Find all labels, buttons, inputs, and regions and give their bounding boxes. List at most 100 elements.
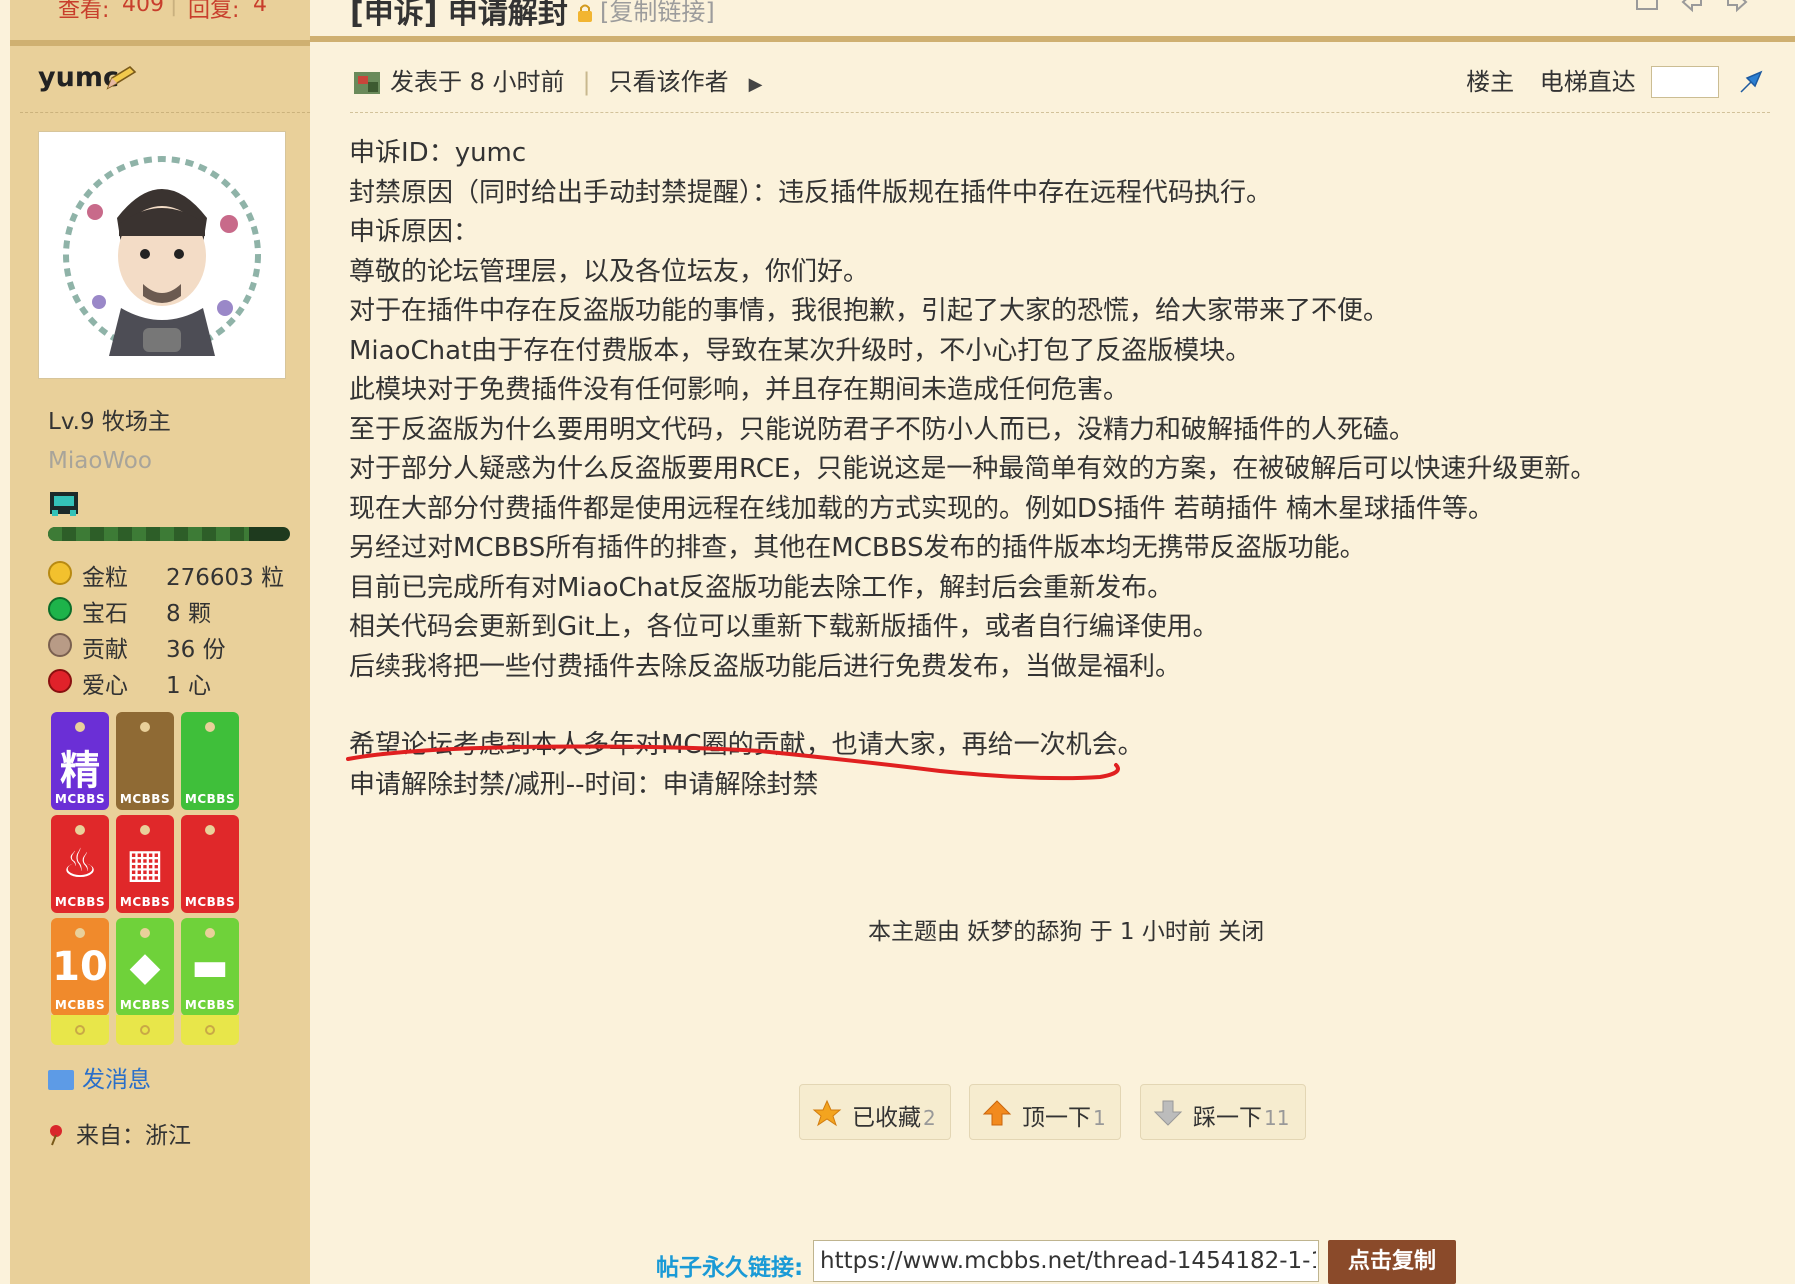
medal-label: MCBBS: [184, 895, 236, 909]
favorite-label: 已收藏: [852, 1105, 921, 1131]
caret-right-icon[interactable]: ▶: [749, 74, 763, 95]
stat-gem-label: 宝石: [82, 601, 128, 627]
medal-glyph: ▬: [191, 944, 229, 990]
downvote-button[interactable]: 踩一下 11: [1140, 1084, 1306, 1140]
replies-count: 4: [253, 0, 267, 17]
red-underline-annotation: [346, 744, 1120, 781]
medal-java[interactable]: ♨ MCBBS: [51, 815, 109, 913]
meta-divider: |: [582, 68, 591, 96]
gold-nugget-icon: [48, 561, 72, 585]
permalink-input[interactable]: [813, 1240, 1319, 1282]
copy-link-label: [复制链接]: [600, 0, 715, 26]
medal-hole: [140, 928, 150, 938]
stat-gold-label: 金粒: [82, 565, 128, 591]
medal-hole: [140, 722, 150, 732]
user-location-label: 来自：浙江: [76, 1123, 191, 1149]
post-line: 至于反盗版为什么要用明文代码，只能说防君子不防小人而已，没精力和破解插件的人死磕…: [349, 414, 1416, 445]
copy-permalink-button[interactable]: 点击复制: [1328, 1240, 1456, 1284]
only-author-link[interactable]: 只看该作者: [609, 68, 729, 96]
post-line: 目前已完成所有对MiaoChat反盗版功能去除工作，解封后会重新发布。: [349, 572, 1174, 603]
replies-label: 回复:: [188, 0, 240, 23]
contribution-icon: [48, 633, 72, 657]
post-line: 现在大部分付费插件都是使用远程在线加载的方式实现的。例如DS插件 若萌插件 楠木…: [349, 493, 1495, 524]
thread-stats: 查看: 409 | 回复: 4: [10, 0, 310, 46]
post-line: 尊敬的论坛管理层，以及各位坛友，你们好。: [349, 256, 870, 287]
meta-divider-line: [350, 112, 1770, 113]
up-arrow-icon: [982, 1100, 1012, 1126]
medal-label: MCBBS: [54, 895, 106, 909]
favorite-button[interactable]: 已收藏 2: [799, 1084, 951, 1140]
down-arrow-icon: [1153, 1100, 1183, 1126]
medal-stub: [51, 1015, 109, 1045]
user-group[interactable]: MiaoWoo: [48, 448, 152, 474]
level-progress-bar: [48, 527, 290, 541]
upvote-button[interactable]: 顶一下 1: [969, 1084, 1121, 1140]
online-status-icon: [354, 72, 380, 94]
post-line: 申诉原因：: [349, 217, 480, 247]
medal-villager[interactable]: MCBBS: [116, 712, 174, 810]
post-time: 发表于 8 小时前: [390, 68, 565, 96]
post-line: MiaoChat由于存在付费版本，导致在某次升级时，不小心打包了反盗版模块。: [349, 335, 1252, 366]
send-message-link[interactable]: 发消息: [48, 1060, 151, 1094]
medal-glyph: 10: [52, 944, 108, 990]
heart-apple-icon: [48, 669, 72, 693]
send-message-label: 发消息: [82, 1067, 151, 1093]
medal-glyph: 精: [60, 748, 100, 794]
medal-apple[interactable]: MCBBS: [181, 815, 239, 913]
medal-elite[interactable]: 精 MCBBS: [51, 712, 109, 810]
medal-block[interactable]: ◆ MCBBS: [116, 918, 174, 1016]
medal-anniversary[interactable]: 10 MCBBS: [51, 918, 109, 1016]
downvote-label: 踩一下: [1193, 1105, 1262, 1131]
post-content: 申诉ID：yumc 封禁原因（同时给出手动封禁提醒）：违反插件版规在插件中存在远程…: [349, 134, 1769, 805]
medal-glyph: ▦: [126, 841, 164, 887]
elevator-jump-icon[interactable]: [1737, 68, 1765, 96]
medal-hole: [75, 825, 85, 835]
location-pin-icon: [50, 1125, 62, 1146]
medal-label: MCBBS: [54, 998, 106, 1012]
medal-windows[interactable]: ▦ MCBBS: [116, 815, 174, 913]
avatar[interactable]: [38, 131, 286, 379]
medal-label: MCBBS: [119, 998, 171, 1012]
post-line: 对于部分人疑惑为什么反盗版要用RCE，只能说这是一种最简单有效的方案，在被破解后…: [349, 454, 1597, 484]
medal-label: MCBBS: [184, 792, 236, 806]
thread-tools: [1634, 0, 1750, 18]
medal-hole: [75, 722, 85, 732]
next-thread-icon[interactable]: [1724, 0, 1750, 14]
medal-glyph: ♨: [62, 841, 98, 887]
stat-contribution-label: 贡献: [82, 637, 128, 663]
medal-hole: [140, 825, 150, 835]
stat-heart-value: 1 心: [166, 673, 211, 699]
sidebar-divider: [20, 112, 310, 113]
medal-stub: [181, 1015, 239, 1045]
stat-contribution-value: 36 份: [166, 637, 226, 663]
prev-thread-icon[interactable]: [1679, 0, 1705, 14]
author-sidebar: 查看: 409 | 回复: 4 yumc Lv.9 牧场主 MiaoWoo 金粒…: [10, 0, 310, 1284]
upvote-label: 顶一下: [1022, 1105, 1091, 1131]
medal-hole: [75, 928, 85, 938]
stats-divider: |: [170, 0, 178, 17]
medal-label: MCBBS: [119, 792, 171, 806]
floor-input[interactable]: [1651, 66, 1720, 98]
post-meta: 发表于 8 小时前 | 只看该作者 ▶: [352, 62, 762, 97]
post-line: 后续我将把一些付费插件去除反盗版功能后进行免费发布，当做是福利。: [349, 651, 1182, 682]
pencil-icon: [106, 65, 137, 90]
user-level: Lv.9 牧场主: [48, 409, 171, 435]
print-icon[interactable]: [1634, 0, 1660, 14]
permalink-label: 帖子永久链接:: [656, 1255, 804, 1281]
upvote-count: 1: [1093, 1106, 1106, 1130]
stat-heart-label: 爱心: [82, 673, 128, 699]
group-icon: [50, 492, 78, 516]
views-count: 409: [122, 0, 164, 17]
avatar-image: [63, 156, 261, 356]
floor-nav: 楼主 电梯直达: [1466, 62, 1765, 98]
medal-creeper[interactable]: MCBBS: [181, 712, 239, 810]
star-icon: [812, 1099, 842, 1127]
copy-link-button[interactable]: [复制链接]: [576, 0, 715, 27]
post-line: 相关代码会更新到Git上，各位可以重新下载新版插件，或者自行编译使用。: [349, 612, 1219, 642]
medal-label: MCBBS: [54, 792, 106, 806]
floor-label: 楼主: [1466, 68, 1515, 96]
medal-stub: [116, 1015, 174, 1045]
post-line: 此模块对于免费插件没有任何影响，并且存在期间未造成任何危害。: [349, 375, 1130, 405]
medal-gold-ingot[interactable]: ▬ MCBBS: [181, 918, 239, 1016]
